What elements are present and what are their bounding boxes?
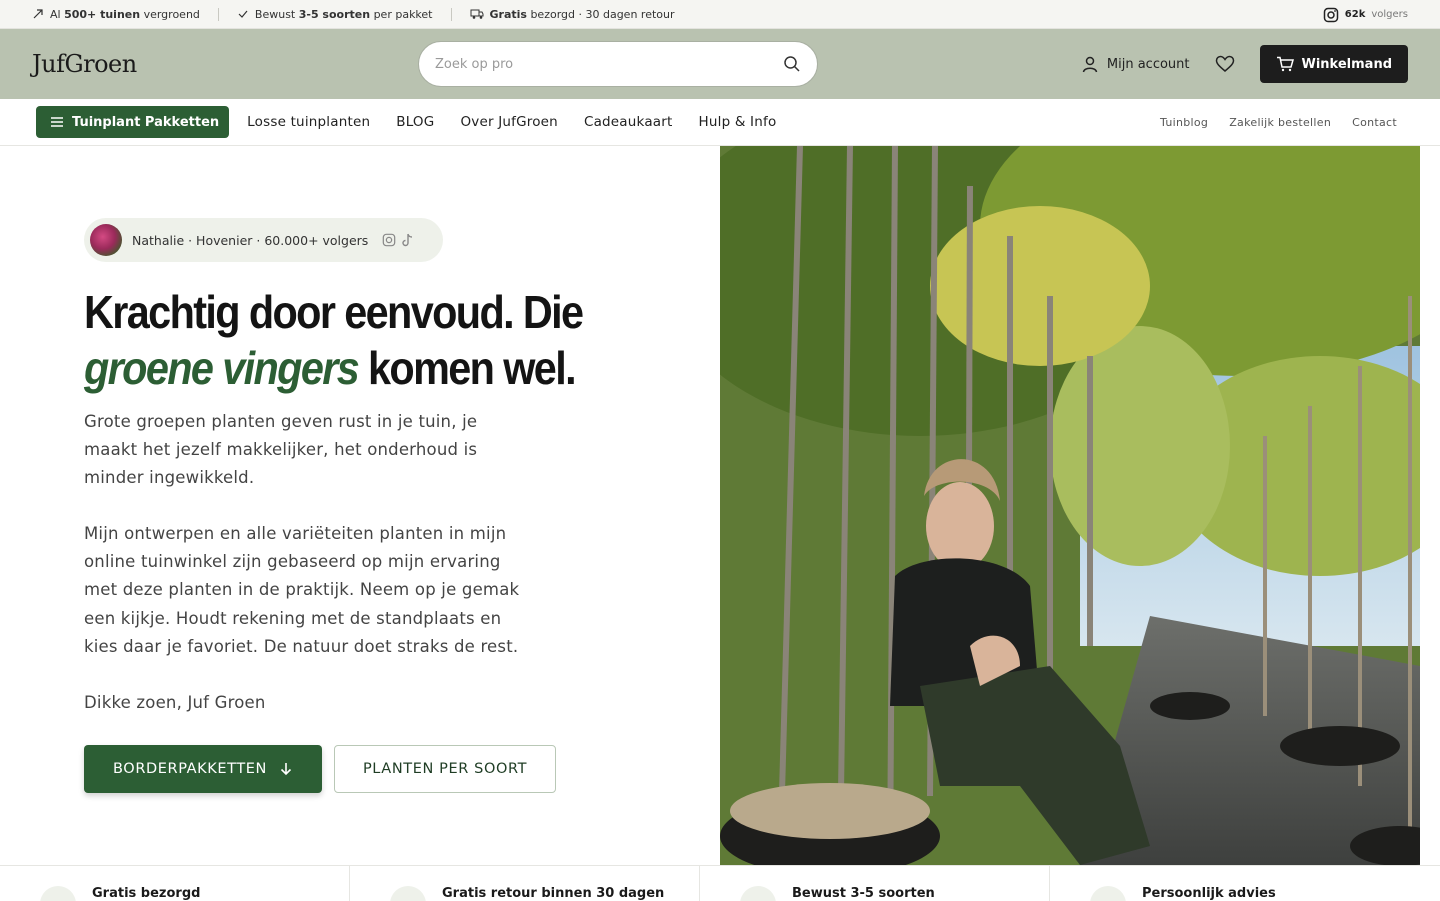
author-badge: Nathalie · Hovenier · 60.000+ volgers [84,218,443,262]
usp-strip: Gratis bezorgd Gratis retour binnen 30 d… [0,865,1440,901]
cart-label: Winkelmand [1301,56,1393,72]
return-icon [390,886,426,901]
usp-bold: 500+ tuinen [64,7,141,21]
search-icon[interactable] [783,55,801,73]
usp-title: Gratis retour binnen 30 dagen [442,886,665,901]
instagram-icon[interactable] [382,233,396,247]
main-nav: Tuinplant Pakketten Losse tuinplanten BL… [0,99,1440,146]
cart-button[interactable]: Winkelmand [1259,45,1408,83]
nav-link-blog[interactable]: BLOG [396,114,434,130]
hero-paragraph: Mijn ontwerpen en alle variëteiten plant… [84,524,520,656]
follower-count: 62k [1344,9,1366,20]
usp-species: Bewust 3-5 soorten per pakket [237,8,433,21]
headline-highlight: groene vingers [84,342,360,394]
nav-link-zakelijk[interactable]: Zakelijk bestellen [1229,116,1331,129]
tiktok-icon[interactable] [402,233,414,247]
usp-title: Bewust 3-5 soorten [792,886,935,901]
instagram-icon [1323,7,1339,22]
instagram-followers[interactable]: 62k volgers [1323,0,1408,29]
nav-link-hulp[interactable]: Hulp & Info [699,114,777,130]
planten-per-soort-button[interactable]: PLANTEN PER SOORT [334,745,556,793]
leaf-arrow-icon [33,9,43,19]
usp-text: Bewust [254,7,299,21]
usp-item: Bewust 3-5 soorten [700,866,1050,901]
arrow-down-icon [280,763,292,776]
truck-icon [470,9,483,19]
header-actions: Mijn account Winkelmand [1081,45,1408,83]
usp-title: Gratis bezorgd [92,886,201,901]
usp-bold: Gratis [489,7,527,21]
hero-section: Nathalie · Hovenier · 60.000+ volgers Kr… [0,146,1440,865]
cart-icon [1276,56,1294,72]
hero-headline: Krachtig door eenvoud. Die groene vinger… [84,284,642,396]
category-menu-button[interactable]: Tuinplant Pakketten [36,106,230,138]
search-input[interactable] [435,56,783,72]
logo[interactable]: JufGroen [32,50,417,78]
wishlist-button[interactable] [1210,49,1240,79]
author-text: Nathalie · Hovenier · 60.000+ volgers [132,232,369,248]
nav-link-tuinblog[interactable]: Tuinblog [1160,116,1208,129]
user-icon [1082,56,1098,73]
headline-line1: Krachtig door eenvoud. Die [84,286,584,338]
nav-link-contact[interactable]: Contact [1352,116,1397,129]
usp-delivery: Gratis bezorgd · 30 dagen retour [470,8,675,21]
delivery-icon [40,886,76,901]
secondary-nav: Tuinblog Zakelijk bestellen Contact [1160,99,1397,146]
leaf-icon [740,886,776,901]
search-bar[interactable] [418,41,818,87]
hamburger-icon [51,117,63,127]
site-header: JufGroen Mijn account Winkelmand [0,29,1440,99]
social-links [382,233,414,247]
usp-item: Gratis bezorgd [0,866,350,901]
usp-text: per pakket [370,7,433,21]
usp-text: bezorgd · 30 dagen retour [526,7,675,21]
nursery-photo-illustration [720,146,1420,865]
divider [217,7,219,21]
hero-photo [720,146,1420,865]
account-label: Mijn account [1106,56,1190,72]
usp-item: Persoonlijk advies [1050,866,1400,901]
category-menu-label: Tuinplant Pakketten [72,114,220,130]
nav-link-over[interactable]: Over JufGroen [460,114,558,130]
usp-text: Al [50,7,65,21]
usp-gardens: Al 500+ tuinen vergroend [32,8,200,21]
borderpakketten-button[interactable]: BORDERPAKKETTEN [84,745,322,793]
top-bar: Al 500+ tuinen vergroend Bewust 3-5 soor… [0,0,1440,29]
hero-intro: Grote groepen planten geven rust in je t… [84,412,478,487]
button-label: BORDERPAKKETTEN [113,761,267,777]
usp-bold: 3-5 soorten [298,7,371,21]
nav-link-losse-tuinplanten[interactable]: Losse tuinplanten [247,114,370,130]
usp-item: Gratis retour binnen 30 dagen [350,866,700,901]
headline-rest: komen wel. [358,342,577,394]
usp-title: Persoonlijk advies [1142,886,1276,901]
follower-label: volgers [1371,9,1408,20]
account-link[interactable]: Mijn account [1081,55,1190,73]
nav-link-cadeaukaart[interactable]: Cadeaukaart [584,114,673,130]
hero-signature: Dikke zoen, Juf Groen [84,693,266,712]
heart-icon [1215,55,1234,72]
divider [450,7,452,21]
check-icon [238,10,248,18]
avatar [90,224,122,256]
button-label: PLANTEN PER SOORT [362,761,528,777]
heart-icon [1090,886,1126,901]
usp-text: vergroend [140,7,200,21]
